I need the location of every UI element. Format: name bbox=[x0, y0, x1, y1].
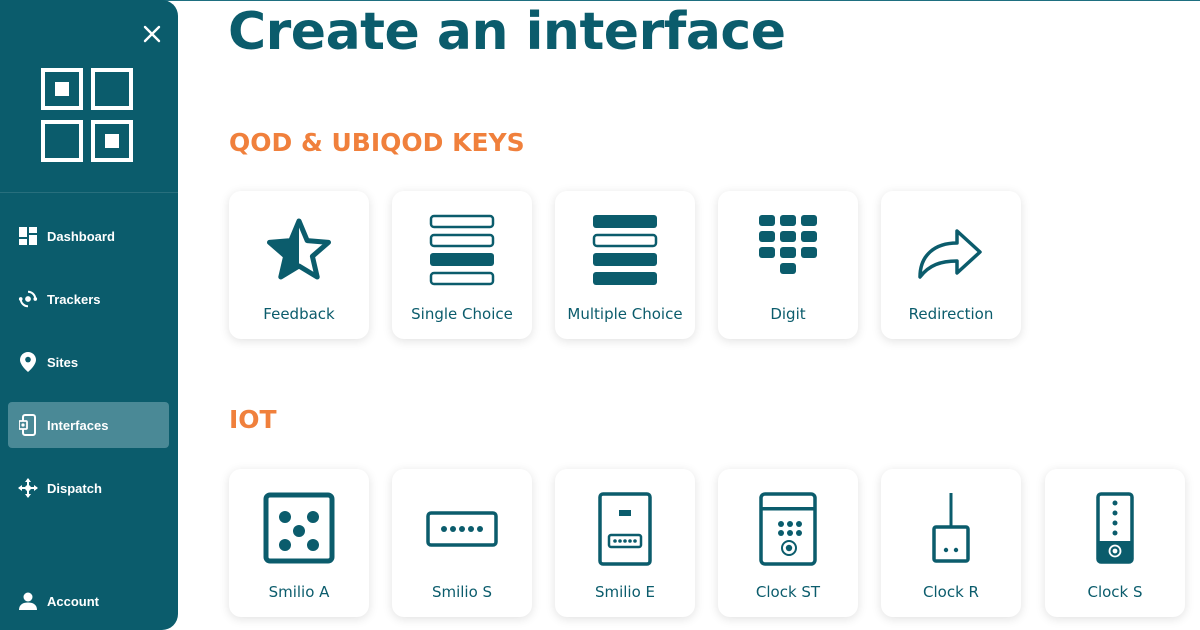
card-label: Redirection bbox=[908, 305, 994, 323]
sidebar-item-account[interactable]: Account bbox=[8, 578, 169, 624]
interface-card-clock-st[interactable]: Clock ST bbox=[718, 469, 858, 617]
sidebar-item-label: Account bbox=[47, 593, 99, 609]
trackers-icon bbox=[18, 289, 38, 309]
sidebar-item-label: Trackers bbox=[47, 291, 101, 307]
card-label: Clock S bbox=[1087, 583, 1143, 601]
card-label: Smilio S bbox=[431, 583, 493, 601]
sidebar: Dashboard Trackers Sites Interfaces Disp… bbox=[0, 0, 178, 630]
clock-st-icon bbox=[748, 489, 828, 569]
sidebar-item-dispatch[interactable]: Dispatch bbox=[8, 465, 169, 511]
page-title: Create an interface bbox=[228, 2, 786, 62]
sidebar-item-dashboard[interactable]: Dashboard bbox=[8, 213, 169, 259]
interface-card-single-choice[interactable]: Single Choice bbox=[392, 191, 532, 339]
smilio-a-icon bbox=[259, 489, 339, 569]
sidebar-item-label: Dashboard bbox=[47, 228, 115, 244]
card-label: Smilio A bbox=[268, 583, 330, 601]
section-title-qod-keys: QOD & UBIQOD KEYS bbox=[229, 128, 525, 157]
user-icon bbox=[18, 591, 38, 611]
section-title-iot: IOT bbox=[229, 405, 277, 434]
top-border bbox=[0, 0, 1200, 1]
interface-card-clock-s[interactable]: Clock S bbox=[1045, 469, 1185, 617]
qod-logo bbox=[41, 68, 137, 164]
interface-card-multiple-choice[interactable]: Multiple Choice bbox=[555, 191, 695, 339]
smilio-s-icon bbox=[422, 489, 502, 569]
clock-s-icon bbox=[1075, 489, 1155, 569]
card-label: Clock ST bbox=[755, 583, 821, 601]
share-arrow-icon bbox=[911, 211, 991, 291]
card-label: Clock R bbox=[923, 583, 979, 601]
sidebar-item-interfaces[interactable]: Interfaces bbox=[8, 402, 169, 448]
card-label: Smilio E bbox=[594, 583, 656, 601]
sidebar-item-trackers[interactable]: Trackers bbox=[8, 276, 169, 322]
card-label: Digit bbox=[770, 305, 806, 323]
multiple-choice-icon bbox=[585, 211, 665, 291]
interface-card-clock-r[interactable]: Clock R bbox=[881, 469, 1021, 617]
interface-card-digit[interactable]: Digit bbox=[718, 191, 858, 339]
dispatch-icon bbox=[18, 478, 38, 498]
close-icon[interactable] bbox=[140, 22, 164, 46]
card-label: Feedback bbox=[263, 305, 335, 323]
sidebar-item-label: Sites bbox=[47, 354, 79, 370]
smilio-e-icon bbox=[585, 489, 665, 569]
sidebar-divider bbox=[0, 192, 178, 193]
sidebar-item-label: Interfaces bbox=[47, 417, 109, 433]
sidebar-item-label: Dispatch bbox=[47, 480, 102, 496]
interface-card-redirection[interactable]: Redirection bbox=[881, 191, 1021, 339]
card-label: Single Choice bbox=[411, 305, 513, 323]
single-choice-icon bbox=[422, 211, 502, 291]
keypad-icon bbox=[748, 211, 828, 291]
interface-card-smilio-s[interactable]: Smilio S bbox=[392, 469, 532, 617]
interfaces-icon bbox=[18, 414, 38, 436]
dashboard-icon bbox=[18, 226, 38, 246]
interface-card-feedback[interactable]: Feedback bbox=[229, 191, 369, 339]
card-label: Multiple Choice bbox=[567, 305, 683, 323]
interface-card-smilio-e[interactable]: Smilio E bbox=[555, 469, 695, 617]
sidebar-item-sites[interactable]: Sites bbox=[8, 339, 169, 385]
clock-r-icon bbox=[911, 489, 991, 569]
interface-card-smilio-a[interactable]: Smilio A bbox=[229, 469, 369, 617]
location-pin-icon bbox=[18, 352, 38, 372]
star-icon bbox=[259, 211, 339, 291]
